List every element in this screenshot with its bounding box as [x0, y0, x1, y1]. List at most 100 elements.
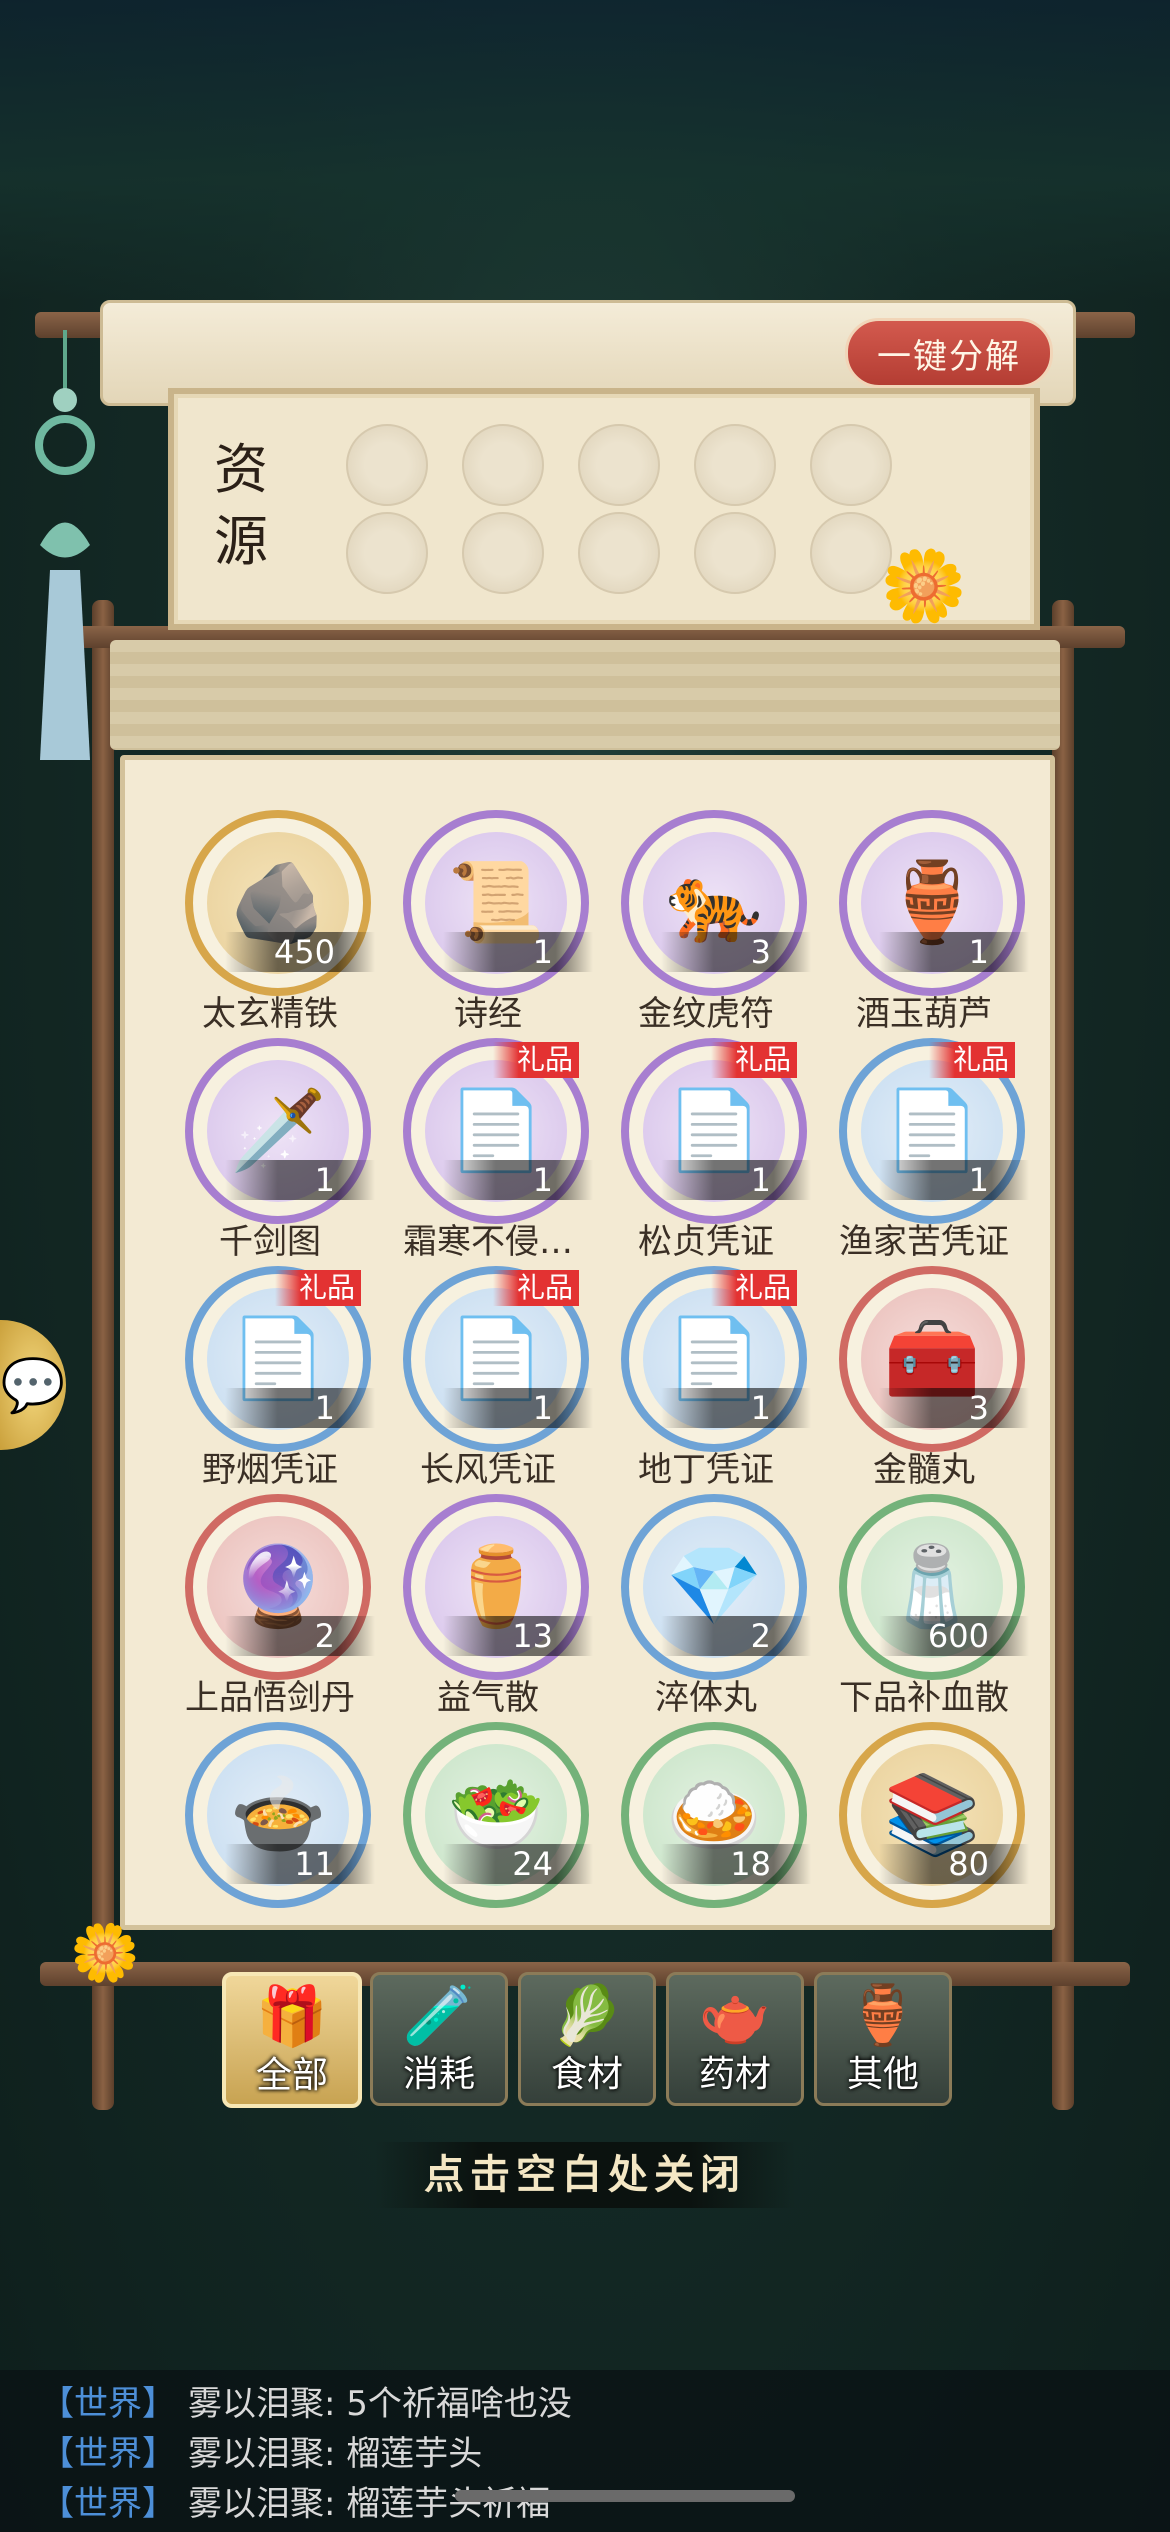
- resource-slot[interactable]: [578, 424, 660, 506]
- item-name: 诗经: [454, 994, 522, 1034]
- item-count: 18: [661, 1844, 811, 1884]
- tab-label: 食材: [550, 2054, 623, 2095]
- chat-speaker: 雾以泪聚:: [188, 2434, 336, 2474]
- gift-badge: 礼品: [493, 1270, 579, 1306]
- chat-message: 5个祈福啥也没: [346, 2384, 572, 2424]
- item-count: 1: [443, 1160, 593, 1200]
- chat-speaker: 雾以泪聚:: [188, 2384, 336, 2424]
- chat-line: 【世界】 雾以泪聚: 榴莲芋头: [40, 2430, 482, 2478]
- item-name: 长风凭证: [420, 1450, 556, 1490]
- chat-message: 榴莲芋头: [346, 2434, 483, 2474]
- item-count: 2: [225, 1616, 375, 1656]
- item-count: 2: [661, 1616, 811, 1656]
- chat-channel-tag: 【世界】: [40, 2484, 176, 2524]
- gift-badge: 礼品: [929, 1042, 1015, 1078]
- inventory-item[interactable]: 🍛 18: [601, 1722, 811, 1925]
- tab-label: 消耗: [402, 2054, 475, 2095]
- inventory-item[interactable]: 🪨 450 太玄精铁: [165, 810, 375, 1034]
- inventory-item[interactable]: 💎 2 淬体丸: [601, 1494, 811, 1718]
- inventory-item[interactable]: 📜 1 诗经: [383, 810, 593, 1034]
- item-name: 酒玉葫芦: [856, 994, 992, 1034]
- chat-line: 【世界】 雾以泪聚: 5个祈福啥也没: [40, 2380, 572, 2428]
- item-name: 太玄精铁: [202, 994, 338, 1034]
- item-count: 24: [443, 1844, 593, 1884]
- resource-title: 资源: [214, 438, 268, 573]
- item-count: 600: [879, 1616, 1029, 1656]
- frame-pole-left: [92, 600, 114, 2110]
- item-count: 1: [225, 1160, 375, 1200]
- one-click-decompose-button[interactable]: 一键分解: [845, 318, 1053, 388]
- resource-slot[interactable]: [346, 512, 428, 594]
- resource-slot[interactable]: [810, 424, 892, 506]
- item-count: 1: [879, 932, 1029, 972]
- inventory-item[interactable]: 📚 80: [819, 1722, 1029, 1925]
- item-count: 450: [225, 932, 375, 972]
- tab-other[interactable]: 🏺 其他: [814, 1972, 952, 2106]
- inventory-item[interactable]: 🔮 2 上品悟剑丹: [165, 1494, 375, 1718]
- item-count: 1: [661, 1160, 811, 1200]
- tab-ingredients[interactable]: 🥬 食材: [518, 1972, 656, 2106]
- resource-slot[interactable]: [346, 424, 428, 506]
- gift-badge: 礼品: [711, 1270, 797, 1306]
- inventory-item[interactable]: 🏺 1 酒玉葫芦: [819, 810, 1029, 1034]
- flower-decoration: 🌼: [70, 1921, 140, 1986]
- item-count: 3: [879, 1388, 1029, 1428]
- inventory-item[interactable]: 📄 礼品 1 霜寒不侵…: [383, 1038, 593, 1262]
- resource-slot[interactable]: [462, 512, 544, 594]
- treasure-chest-icon: 🎁: [255, 1982, 329, 2050]
- item-name: 千剑图: [219, 1222, 321, 1262]
- gift-badge: 礼品: [711, 1042, 797, 1078]
- item-count: 11: [225, 1844, 375, 1884]
- chat-speaker: 雾以泪聚:: [188, 2484, 336, 2524]
- home-indicator[interactable]: [455, 2490, 795, 2502]
- resource-slot[interactable]: [578, 512, 660, 594]
- inventory-item[interactable]: 📄 礼品 1 地丁凭证: [601, 1266, 811, 1490]
- inventory-item[interactable]: 📄 礼品 1 野烟凭证: [165, 1266, 375, 1490]
- item-name: 淬体丸: [655, 1678, 757, 1718]
- inventory-item[interactable]: ⚱️ 13 益气散: [383, 1494, 593, 1718]
- item-count: 1: [879, 1160, 1029, 1200]
- tab-herbs[interactable]: 🫖 药材: [666, 1972, 804, 2106]
- inventory-item[interactable]: 🗡️ 1 千剑图: [165, 1038, 375, 1262]
- resource-slot[interactable]: [694, 512, 776, 594]
- inventory-item[interactable]: 🍲 11: [165, 1722, 375, 1925]
- tab-label: 药材: [698, 2054, 771, 2095]
- item-name: 地丁凭证: [638, 1450, 774, 1490]
- tab-all[interactable]: 🎁 全部: [222, 1972, 362, 2108]
- gift-badge: 礼品: [493, 1042, 579, 1078]
- vegetable-basket-icon: 🥬: [550, 1981, 624, 2049]
- item-count: 3: [661, 932, 811, 972]
- jade-pendant-decoration: [30, 330, 100, 760]
- tab-consumables[interactable]: 🧪 消耗: [370, 1972, 508, 2106]
- item-count: 1: [661, 1388, 811, 1428]
- inventory-item[interactable]: 📄 礼品 1 渔家苦凭证: [819, 1038, 1029, 1262]
- item-name: 金纹虎符: [638, 994, 774, 1034]
- resource-slot[interactable]: [694, 424, 776, 506]
- inventory-panel: 🪨 450 太玄精铁 📜 1 诗经 🐅 3 金纹虎符 🏺 1 酒玉葫芦 🗡️ 1 千剑图 📄 礼品 1 霜寒不侵… 📄…: [120, 755, 1055, 1930]
- world-chat-panel[interactable]: 【世界】 雾以泪聚: 5个祈福啥也没 【世界】 雾以泪聚: 榴莲芋头 【世界】 雾以泪…: [0, 2370, 1170, 2532]
- chat-line: 【世界】 雾以泪聚: 榴莲芋头祈福: [40, 2480, 550, 2528]
- close-hint[interactable]: 点击空白处关闭: [375, 2142, 795, 2208]
- inventory-item[interactable]: 🥗 24: [383, 1722, 593, 1925]
- resource-slot[interactable]: [462, 424, 544, 506]
- gift-badge: 礼品: [275, 1270, 361, 1306]
- tab-label: 全部: [255, 2055, 328, 2096]
- item-name: 渔家苦凭证: [839, 1222, 1009, 1262]
- background-haze: [0, 0, 1170, 300]
- inventory-item[interactable]: 🐅 3 金纹虎符: [601, 810, 811, 1034]
- inventory-item[interactable]: 📄 礼品 1 松贞凭证: [601, 1038, 811, 1262]
- flower-decoration: 🌼: [880, 545, 968, 627]
- inventory-item[interactable]: 📄 礼品 1 长风凭证: [383, 1266, 593, 1490]
- inventory-item[interactable]: 🧂 600 下品补血散: [819, 1494, 1029, 1718]
- chat-channel-tag: 【世界】: [40, 2384, 176, 2424]
- item-count: 1: [443, 1388, 593, 1428]
- inventory-item[interactable]: 🧰 3 金髓丸: [819, 1266, 1029, 1490]
- item-count: 80: [879, 1844, 1029, 1884]
- teapot-icon: 🫖: [698, 1981, 772, 2049]
- item-name: 上品悟剑丹: [185, 1678, 355, 1718]
- item-name: 益气散: [437, 1678, 539, 1718]
- side-chat-bubble-icon[interactable]: 💬: [0, 1320, 66, 1450]
- item-name: 下品补血散: [839, 1678, 1009, 1718]
- item-name: 松贞凭证: [638, 1222, 774, 1262]
- item-count: 13: [443, 1616, 593, 1656]
